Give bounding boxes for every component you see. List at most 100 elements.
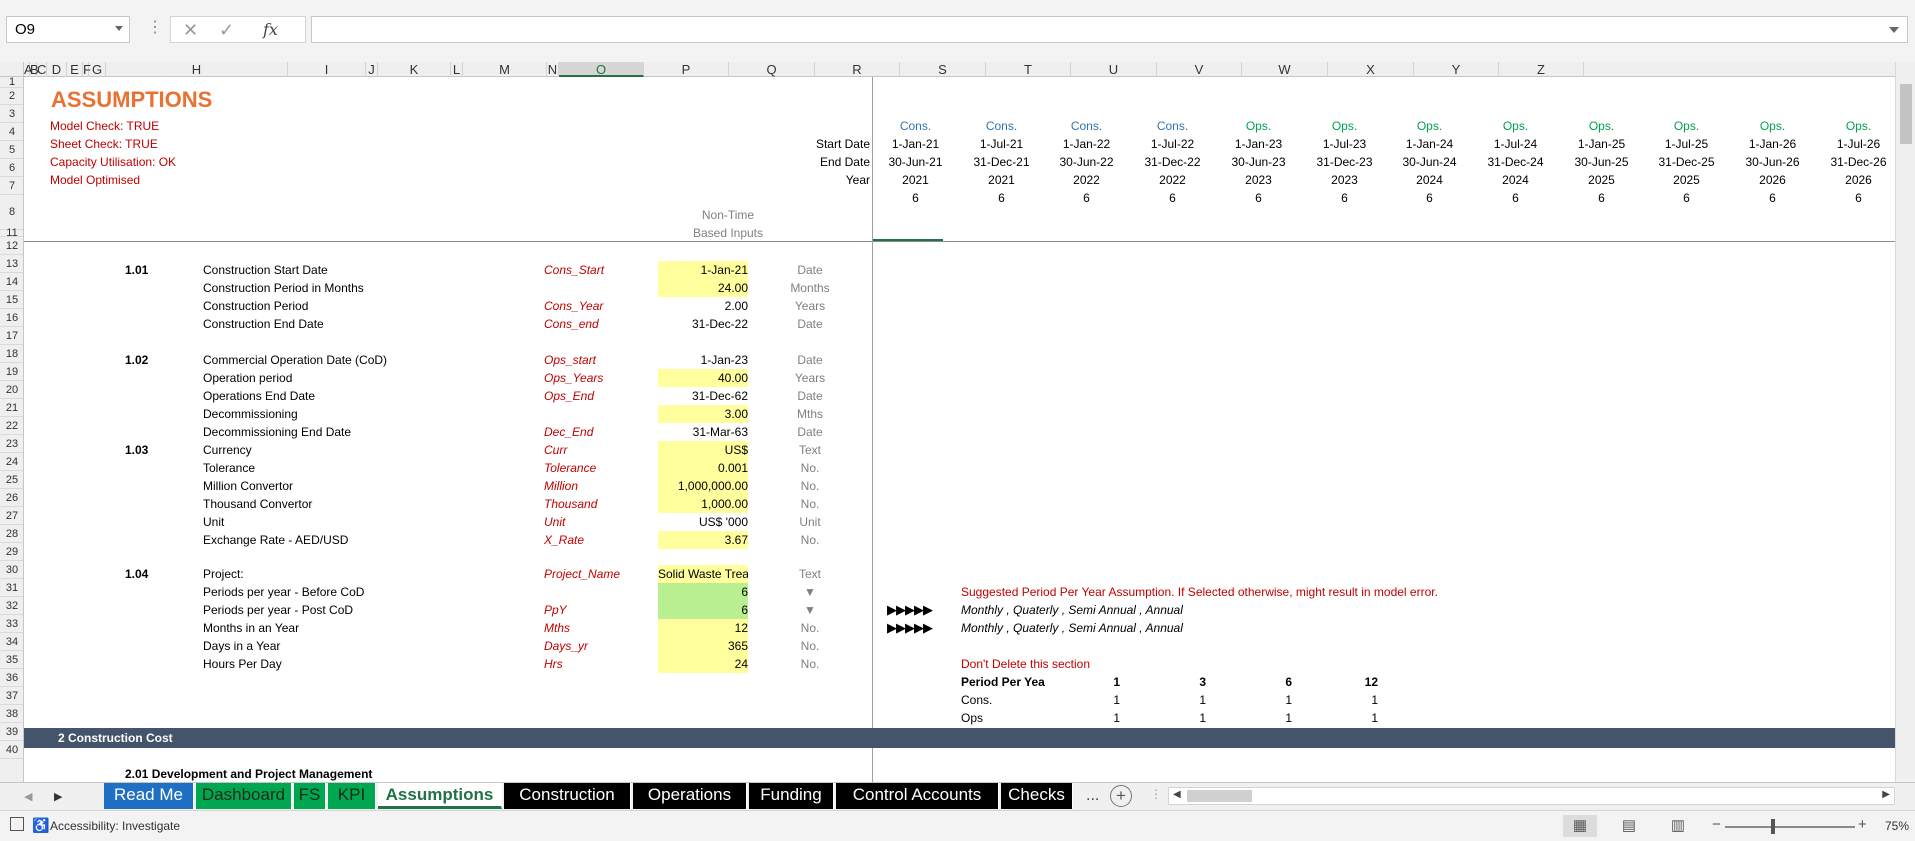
cancel-icon[interactable]: ✕ [183, 18, 198, 42]
vertical-scrollbar[interactable] [1895, 62, 1915, 782]
name-box-dropdown-icon[interactable] [115, 26, 123, 31]
row-header[interactable]: 16 [0, 309, 23, 327]
row-header[interactable]: 28 [0, 525, 23, 543]
input-value[interactable]: 24 [658, 655, 748, 673]
horizontal-scroll-thumb[interactable] [1187, 790, 1252, 802]
row-header[interactable]: 39 [0, 723, 23, 741]
row-header[interactable]: 23 [0, 435, 23, 453]
sheet-tab-dashboard[interactable]: Dashboard [196, 783, 292, 809]
row-header[interactable]: 13 [0, 255, 23, 273]
sheet-tab-funding[interactable]: Funding [749, 783, 834, 809]
tab-scroll-left-icon[interactable]: ◀ [24, 790, 32, 803]
dropdown-arrow-icon[interactable]: ▼ [790, 601, 830, 619]
dropdown-arrow-icon[interactable]: ▼ [790, 583, 830, 601]
row-header[interactable]: 36 [0, 669, 23, 687]
row-header[interactable]: 21 [0, 399, 23, 417]
row-header[interactable]: 2 [0, 88, 23, 105]
column-header-g[interactable]: G [89, 62, 106, 77]
horizontal-scrollbar[interactable]: ◀ ▶ [1168, 787, 1895, 805]
zoom-slider-thumb[interactable] [1771, 819, 1775, 834]
formula-input[interactable] [311, 16, 1908, 43]
page-break-view-icon[interactable]: ▥ [1661, 815, 1695, 837]
row-header[interactable]: 27 [0, 507, 23, 525]
row-header[interactable]: 25 [0, 471, 23, 489]
zoom-out-button[interactable]: − [1712, 816, 1721, 833]
vertical-scroll-thumb[interactable] [1900, 84, 1912, 144]
column-header-h[interactable]: H [106, 62, 288, 77]
row-header[interactable]: 37 [0, 687, 23, 705]
column-header-t[interactable]: T [986, 62, 1071, 77]
column-header-m[interactable]: M [463, 62, 547, 77]
sheet-tab-fs[interactable]: FS [294, 783, 326, 809]
row-header[interactable]: 14 [0, 273, 23, 291]
row-header[interactable]: 11 [0, 228, 23, 239]
column-header-i[interactable]: I [288, 62, 366, 77]
column-header-j[interactable]: J [366, 62, 378, 77]
accessibility-status[interactable]: Accessibility: Investigate [50, 819, 180, 833]
tab-splitter-icon[interactable]: ⋮ [1150, 787, 1162, 801]
column-header-n[interactable]: N [547, 62, 559, 77]
sheet-tab-control-accounts[interactable]: Control Accounts [836, 783, 999, 809]
column-header-k[interactable]: K [378, 62, 451, 77]
worksheet-grid[interactable]: ASSUMPTIONS Model Check: TRUE Sheet Chec… [24, 77, 1895, 782]
column-header-l[interactable]: L [451, 62, 463, 77]
add-sheet-icon[interactable]: + [1110, 785, 1132, 807]
scroll-right-icon[interactable]: ▶ [1882, 789, 1890, 800]
row-header[interactable]: 3 [0, 105, 23, 123]
row-header[interactable]: 38 [0, 705, 23, 723]
column-header-e[interactable]: E [67, 62, 83, 77]
row-header[interactable]: 19 [0, 363, 23, 381]
row-header[interactable]: 8 [0, 195, 23, 230]
input-value[interactable]: 0.001 [658, 459, 748, 477]
row-header[interactable]: 33 [0, 615, 23, 633]
row-header[interactable]: 32 [0, 597, 23, 615]
column-header-c[interactable]: C [37, 62, 47, 77]
input-value[interactable]: 1,000,000.00 [658, 477, 748, 495]
column-header-r[interactable]: R [815, 62, 900, 77]
column-header-v[interactable]: V [1157, 62, 1242, 77]
column-header-z[interactable]: Z [1499, 62, 1584, 77]
row-header[interactable]: 35 [0, 651, 23, 669]
row-header[interactable]: 34 [0, 633, 23, 651]
normal-view-icon[interactable]: ▦ [1563, 815, 1597, 837]
row-header[interactable]: 30 [0, 561, 23, 579]
input-value[interactable]: 6 [658, 583, 748, 601]
input-value[interactable]: 3.67 [658, 531, 748, 549]
row-header[interactable]: 5 [0, 141, 23, 159]
column-header-q[interactable]: Q [729, 62, 815, 77]
select-all-corner[interactable] [0, 62, 24, 77]
column-header-o[interactable]: O [559, 62, 644, 77]
column-header-w[interactable]: W [1242, 62, 1328, 77]
row-header[interactable]: 4 [0, 123, 23, 141]
row-header[interactable]: 20 [0, 381, 23, 399]
sheet-tab-kpi[interactable]: KPI [328, 783, 376, 809]
row-header[interactable]: 12 [0, 237, 23, 255]
row-header[interactable]: 22 [0, 417, 23, 435]
tab-scroll-right-icon[interactable]: ▶ [54, 790, 62, 803]
sheet-tab-checks[interactable]: Checks [1001, 783, 1073, 809]
sheet-tab-read-me[interactable]: Read Me [104, 783, 194, 809]
input-value[interactable]: 1-Jan-21 [658, 261, 748, 279]
scroll-left-icon[interactable]: ◀ [1173, 789, 1181, 800]
input-value[interactable]: 3.00 [658, 405, 748, 423]
input-value[interactable]: 1,000.00 [658, 495, 748, 513]
zoom-level[interactable]: 75% [1885, 819, 1909, 833]
enter-icon[interactable]: ✓ [219, 18, 234, 42]
more-tabs[interactable]: ... [1086, 787, 1099, 805]
row-header[interactable]: 24 [0, 453, 23, 471]
zoom-in-button[interactable]: + [1858, 816, 1867, 833]
insert-function-icon[interactable]: fx [263, 18, 278, 42]
row-header[interactable]: 17 [0, 327, 23, 345]
row-header[interactable]: 31 [0, 579, 23, 597]
expand-formula-bar-icon[interactable] [1889, 27, 1899, 33]
sheet-tab-operations[interactable]: Operations [633, 783, 747, 809]
column-header-s[interactable]: S [900, 62, 986, 77]
sheet-tab-assumptions[interactable]: Assumptions [378, 783, 502, 809]
column-header-x[interactable]: X [1328, 62, 1414, 77]
name-box[interactable]: O9 [6, 16, 130, 43]
accessibility-icon[interactable]: ♿ [32, 817, 49, 834]
input-value[interactable]: 12 [658, 619, 748, 637]
input-value[interactable]: 365 [658, 637, 748, 655]
sheet-tab-construction[interactable]: Construction [504, 783, 631, 809]
input-value[interactable]: US$ [658, 441, 748, 459]
